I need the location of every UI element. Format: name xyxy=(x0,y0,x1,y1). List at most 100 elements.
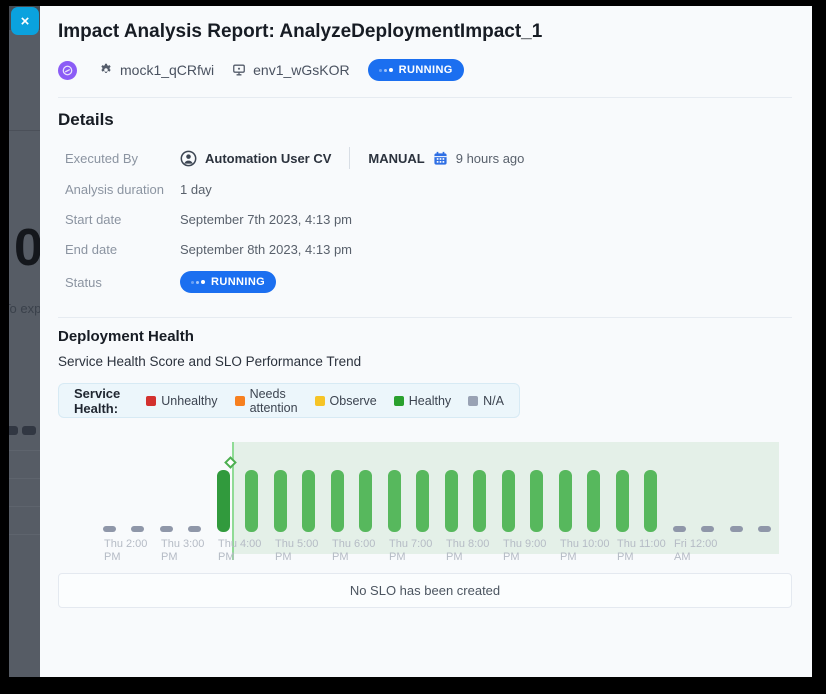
legend-item-label: N/A xyxy=(483,394,504,408)
executed-by-user: Automation User CV xyxy=(205,151,331,166)
avatar-glyph-icon xyxy=(62,65,73,76)
health-bar-healthy[interactable] xyxy=(445,470,458,532)
details-heading: Details xyxy=(58,110,114,130)
calendar-icon xyxy=(433,151,448,166)
legend-item: Unhealthy xyxy=(146,394,217,408)
legend-swatch-icon xyxy=(394,396,404,406)
user-icon xyxy=(180,150,197,167)
health-bar-healthy[interactable] xyxy=(331,470,344,532)
x-axis-tick-label: Fri 12:00 AM xyxy=(674,538,717,564)
start-date-value: September 7th 2023, 4:13 pm xyxy=(180,212,352,227)
background-row-line xyxy=(9,450,40,451)
report-meta-row: mock1_qCRfwi env1_wGsKOR RUNNING xyxy=(58,58,464,82)
legend-swatch-icon xyxy=(235,396,245,406)
legend-item: Healthy xyxy=(394,394,451,408)
detail-row-executed-by: Executed By Automation User CV MANUAL 9 … xyxy=(65,144,524,172)
close-icon: × xyxy=(21,13,30,30)
dimmed-background-page: 0 To exp xyxy=(9,6,40,677)
health-bar-healthy[interactable] xyxy=(559,470,572,532)
service-health-chart: Thu 2:00 PM Thu 3:00 PM Thu 4:00 PM Thu 5:0… xyxy=(58,428,792,572)
background-divider xyxy=(9,130,40,131)
legend-swatch-icon xyxy=(146,396,156,406)
health-bar-healthy[interactable] xyxy=(217,470,230,532)
x-axis-tick-label: Thu 2:00 PM xyxy=(104,538,147,564)
gear-icon xyxy=(99,63,113,77)
detail-row-end-date: End date September 8th 2023, 4:13 pm xyxy=(65,235,352,263)
status-badge-label: RUNNING xyxy=(211,276,265,288)
health-bar-na[interactable] xyxy=(103,526,116,532)
detail-label: Status xyxy=(65,275,180,290)
slo-empty-message: No SLO has been created xyxy=(350,583,500,598)
x-axis-tick-label: Thu 8:00 PM xyxy=(446,538,489,564)
deployment-health-heading: Deployment Health xyxy=(58,328,194,345)
environment-monitor-icon xyxy=(232,63,246,77)
legend-swatch-icon xyxy=(315,396,325,406)
impact-analysis-report-modal: Impact Analysis Report: AnalyzeDeploymen… xyxy=(40,6,812,677)
executed-time: 9 hours ago xyxy=(456,151,525,166)
service-name: mock1_qCRfwi xyxy=(120,62,214,78)
background-partial-text: To exp xyxy=(9,301,40,316)
status-badge: RUNNING xyxy=(180,271,276,293)
health-bar-na[interactable] xyxy=(160,526,173,532)
header-divider xyxy=(58,97,792,98)
legend-item-label: Healthy xyxy=(409,394,451,408)
health-bar-healthy[interactable] xyxy=(416,470,429,532)
x-axis-tick-label: Thu 7:00 PM xyxy=(389,538,432,564)
status-badge: RUNNING xyxy=(368,59,464,81)
x-axis-tick-label: Thu 3:00 PM xyxy=(161,538,204,564)
health-bar-na[interactable] xyxy=(131,526,144,532)
deployment-health-subtitle: Service Health Score and SLO Performance… xyxy=(58,354,361,369)
health-bar-na[interactable] xyxy=(758,526,771,532)
legend-item: Needs attention xyxy=(235,387,298,415)
page-title: Impact Analysis Report: AnalyzeDeploymen… xyxy=(58,21,542,43)
slo-empty-state: No SLO has been created xyxy=(58,573,792,608)
analysis-duration-value: 1 day xyxy=(180,182,212,197)
x-axis-tick-label: Thu 6:00 PM xyxy=(332,538,375,564)
health-bar-healthy[interactable] xyxy=(388,470,401,532)
status-badge-label: RUNNING xyxy=(399,64,453,76)
background-row-line xyxy=(9,506,40,507)
health-bar-healthy[interactable] xyxy=(616,470,629,532)
health-bar-na[interactable] xyxy=(673,526,686,532)
health-bar-healthy[interactable] xyxy=(473,470,486,532)
health-bar-healthy[interactable] xyxy=(359,470,372,532)
background-row-line xyxy=(9,534,40,535)
health-bar-healthy[interactable] xyxy=(587,470,600,532)
legend-item: N/A xyxy=(468,394,504,408)
detail-label: End date xyxy=(65,242,180,257)
service-avatar xyxy=(58,61,77,80)
health-bar-healthy[interactable] xyxy=(274,470,287,532)
health-bar-healthy[interactable] xyxy=(245,470,258,532)
x-axis-tick-label: Thu 9:00 PM xyxy=(503,538,546,564)
x-axis-tick-label: Thu 4:00 PM xyxy=(218,538,261,564)
background-shape xyxy=(22,426,36,435)
end-date-value: September 8th 2023, 4:13 pm xyxy=(180,242,352,257)
health-bar-healthy[interactable] xyxy=(502,470,515,532)
legend-item-label: Observe xyxy=(330,394,377,408)
spinner-dots-icon xyxy=(379,68,393,72)
x-axis-tick-label: Thu 10:00 PM xyxy=(560,538,610,564)
detail-label: Start date xyxy=(65,212,180,227)
health-bar-healthy[interactable] xyxy=(644,470,657,532)
health-bar-na[interactable] xyxy=(730,526,743,532)
legend-swatch-icon xyxy=(468,396,478,406)
legend-title: Service Health: xyxy=(74,386,126,416)
environment-meta: env1_wGsKOR xyxy=(232,62,349,78)
close-button[interactable]: × xyxy=(11,7,39,35)
x-axis-tick-label: Thu 11:00 PM xyxy=(617,538,666,564)
detail-row-start-date: Start date September 7th 2023, 4:13 pm xyxy=(65,205,352,233)
health-bar-healthy[interactable] xyxy=(302,470,315,532)
legend-item: Observe xyxy=(315,394,377,408)
service-meta: mock1_qCRfwi xyxy=(99,62,214,78)
health-bar-healthy[interactable] xyxy=(530,470,543,532)
execution-mode: MANUAL xyxy=(368,151,424,166)
detail-row-status: Status RUNNING xyxy=(65,268,276,296)
background-shape xyxy=(9,426,18,435)
legend-item-label: Needs attention xyxy=(250,387,298,415)
health-bar-na[interactable] xyxy=(188,526,201,532)
detail-label: Analysis duration xyxy=(65,182,180,197)
health-bar-na[interactable] xyxy=(701,526,714,532)
section-divider xyxy=(58,317,792,318)
background-stat-value: 0 xyxy=(14,222,40,274)
x-axis-tick-label: Thu 5:00 PM xyxy=(275,538,318,564)
